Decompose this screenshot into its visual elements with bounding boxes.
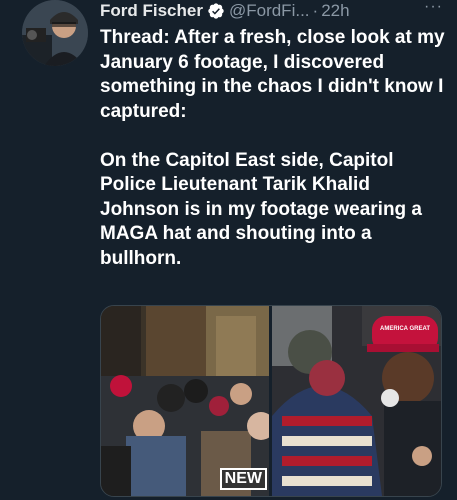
tweet-text: Thread: After a fresh, close look at my … <box>100 27 445 269</box>
media-image-left[interactable]: NEW <box>101 306 275 496</box>
author-name[interactable]: Ford Fischer <box>100 1 203 21</box>
new-badge: NEW <box>219 468 267 490</box>
verified-badge-icon <box>207 2 225 20</box>
author-handle[interactable]: @FordFi... <box>229 1 310 21</box>
hat-text: AMERICA GREAT <box>380 326 430 332</box>
bullhorn-photo: AMERICA GREAT <box>272 306 441 496</box>
tweet-timestamp[interactable]: 22h <box>321 1 349 21</box>
tweet-media[interactable]: NEW AMERICA GREAT <box>100 305 442 497</box>
media-image-right[interactable]: AMERICA GREAT <box>272 306 441 496</box>
separator-dot: · <box>312 1 319 20</box>
more-options-icon[interactable]: ··· <box>424 0 443 16</box>
avatar-photo <box>22 0 88 66</box>
author-avatar[interactable] <box>22 0 88 66</box>
